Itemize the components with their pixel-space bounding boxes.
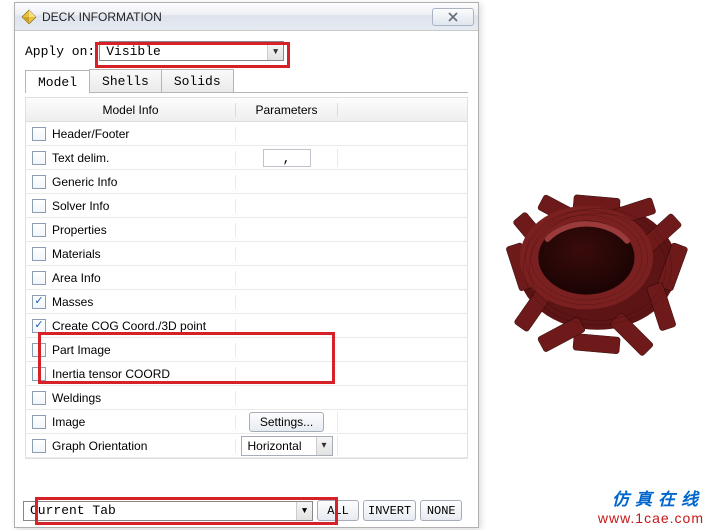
tab-model[interactable]: Model xyxy=(25,70,90,93)
current-tab-select[interactable]: Current Tab ▾ xyxy=(23,501,313,521)
current-tab-value: Current Tab xyxy=(30,503,116,518)
graph-orientation-select[interactable]: Horizontal ▾ xyxy=(241,436,333,456)
row-part-image: Part Image xyxy=(26,338,467,362)
deck-info-dialog: DECK INFORMATION Apply on: Visible ▾ Mod… xyxy=(14,2,479,528)
label-inertia: Inertia tensor COORD xyxy=(52,367,170,381)
checkbox-image[interactable] xyxy=(32,415,46,429)
watermark-footer: 仿真在线 www.1cae.com xyxy=(598,485,704,526)
checkbox-generic-info[interactable] xyxy=(32,175,46,189)
checkbox-create-cog[interactable]: ✓ xyxy=(32,319,46,333)
checkbox-materials[interactable] xyxy=(32,247,46,261)
checkbox-area-info[interactable] xyxy=(32,271,46,285)
row-image: Image Settings... xyxy=(26,410,467,434)
label-create-cog: Create COG Coord./3D point xyxy=(52,319,206,333)
app-icon xyxy=(21,9,37,25)
none-button[interactable]: NONE xyxy=(420,500,462,521)
row-graph-orientation: Graph Orientation Horizontal ▾ xyxy=(26,434,467,458)
label-image: Image xyxy=(52,415,85,429)
all-button[interactable]: ALL xyxy=(317,500,359,521)
row-inertia: Inertia tensor COORD xyxy=(26,362,467,386)
image-settings-button[interactable]: Settings... xyxy=(249,412,324,432)
graph-orientation-value: Horizontal xyxy=(248,439,302,453)
checkbox-inertia[interactable] xyxy=(32,367,46,381)
titlebar: DECK INFORMATION xyxy=(15,3,478,31)
row-weldings: Weldings xyxy=(26,386,467,410)
checkbox-solver-info[interactable] xyxy=(32,199,46,213)
list-header: Model Info Parameters xyxy=(26,98,467,122)
row-area-info: Area Info xyxy=(26,266,467,290)
col-parameters: Parameters xyxy=(236,103,338,117)
label-weldings: Weldings xyxy=(52,391,101,405)
row-masses: ✓ Masses xyxy=(26,290,467,314)
tab-solids[interactable]: Solids xyxy=(161,69,234,92)
label-text-delim: Text delim. xyxy=(52,151,109,165)
row-text-delim: Text delim. , xyxy=(26,146,467,170)
label-materials: Materials xyxy=(52,247,101,261)
label-solver-info: Solver Info xyxy=(52,199,109,213)
row-generic-info: Generic Info xyxy=(26,170,467,194)
label-header-footer: Header/Footer xyxy=(52,127,129,141)
apply-on-value: Visible xyxy=(106,44,161,59)
label-properties: Properties xyxy=(52,223,107,237)
checkbox-part-image[interactable] xyxy=(32,343,46,357)
watermark-cn: 仿真在线 xyxy=(598,485,704,510)
chevron-down-icon: ▾ xyxy=(316,437,332,455)
checkbox-text-delim[interactable] xyxy=(32,151,46,165)
invert-button[interactable]: INVERT xyxy=(363,500,416,521)
checkbox-properties[interactable] xyxy=(32,223,46,237)
dialog-title: DECK INFORMATION xyxy=(42,10,432,24)
checkbox-header-footer[interactable] xyxy=(32,127,46,141)
viewport-gear xyxy=(505,144,690,362)
label-part-image: Part Image xyxy=(52,343,111,357)
label-area-info: Area Info xyxy=(52,271,101,285)
row-solver-info: Solver Info xyxy=(26,194,467,218)
tabstrip: Model Shells Solids xyxy=(25,69,468,93)
close-icon xyxy=(448,12,458,22)
chevron-down-icon: ▾ xyxy=(296,502,312,520)
chevron-down-icon: ▾ xyxy=(267,42,283,60)
options-list: Model Info Parameters Header/Footer Text… xyxy=(25,97,468,459)
input-text-delim[interactable]: , xyxy=(263,149,311,167)
label-masses: Masses xyxy=(52,295,93,309)
row-create-cog: ✓ Create COG Coord./3D point xyxy=(26,314,467,338)
apply-on-label: Apply on: xyxy=(25,44,95,59)
watermark-url: www.1cae.com xyxy=(598,510,704,526)
label-generic-info: Generic Info xyxy=(52,175,117,189)
checkbox-graph-orientation[interactable] xyxy=(32,439,46,453)
row-properties: Properties xyxy=(26,218,467,242)
close-button[interactable] xyxy=(432,8,474,26)
checkbox-weldings[interactable] xyxy=(32,391,46,405)
row-materials: Materials xyxy=(26,242,467,266)
tab-shells[interactable]: Shells xyxy=(89,69,162,92)
col-model-info: Model Info xyxy=(26,103,236,117)
row-header-footer: Header/Footer xyxy=(26,122,467,146)
label-graph-orientation: Graph Orientation xyxy=(52,439,147,453)
checkbox-masses[interactable]: ✓ xyxy=(32,295,46,309)
apply-on-select[interactable]: Visible ▾ xyxy=(99,41,284,61)
